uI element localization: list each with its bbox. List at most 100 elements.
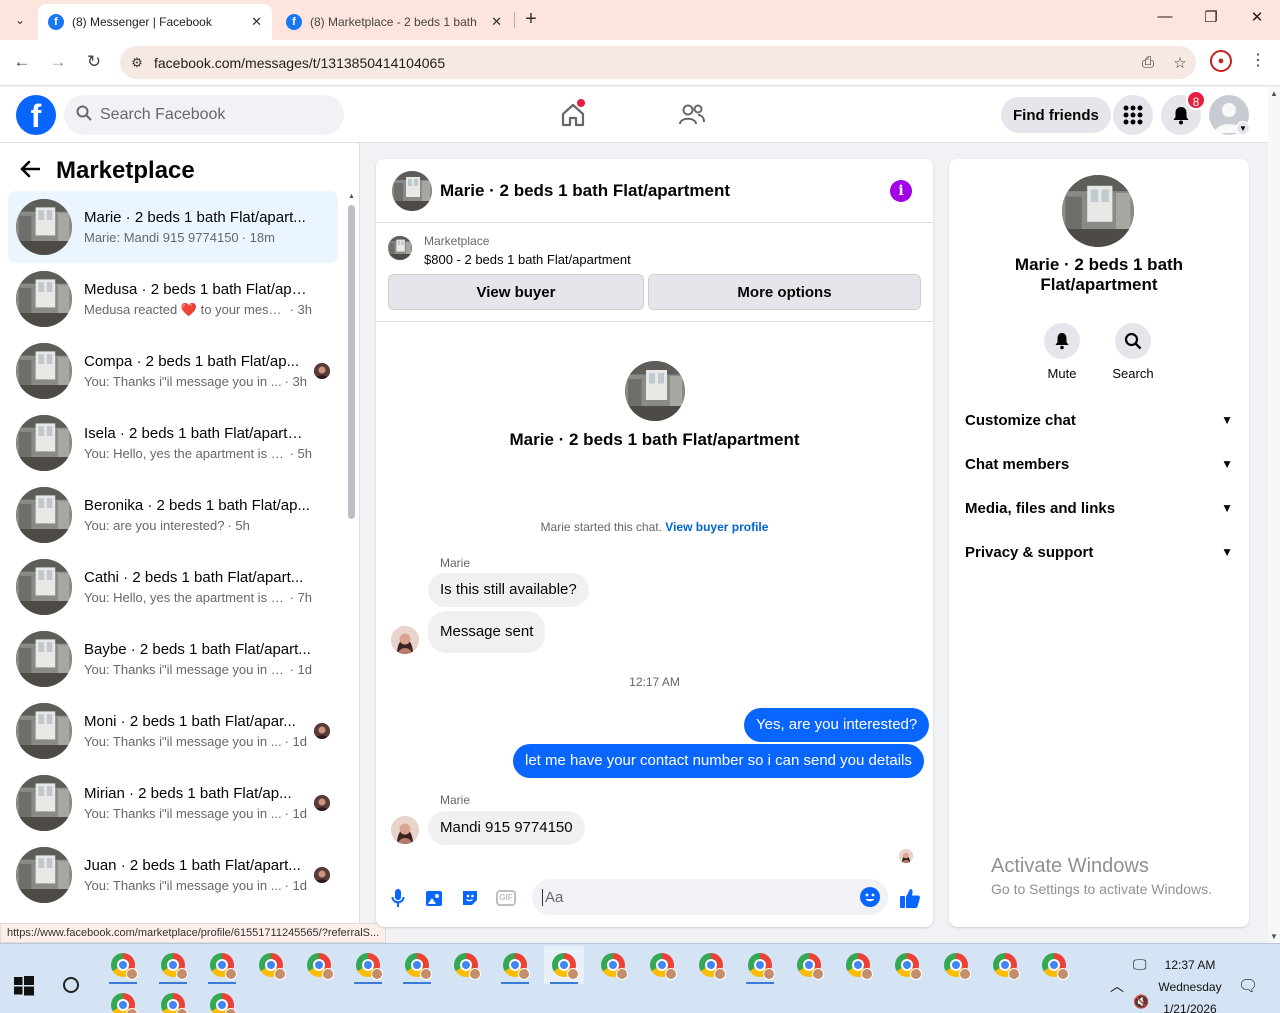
chrome-window-icon[interactable] — [348, 946, 388, 984]
outgoing-message[interactable]: let me have your contact number so i can… — [513, 744, 924, 778]
back-icon[interactable]: ← — [10, 52, 34, 72]
conversation-row[interactable]: Baybe · 2 beds 1 bath Flat/apart... You: … — [8, 623, 338, 695]
incoming-message[interactable]: Is this still available? — [428, 573, 589, 607]
tab-messenger[interactable]: f (8) Messenger | Facebook ✕ — [38, 4, 272, 40]
browser-profile-icon[interactable]: ● — [1210, 50, 1232, 72]
windows-start-icon[interactable] — [14, 976, 34, 996]
restore-icon[interactable]: ❐ — [1196, 8, 1226, 26]
menu-grid-icon[interactable] — [1113, 95, 1153, 135]
incoming-message[interactable]: Mandi 915 9774150 — [428, 811, 585, 845]
chrome-window-icon[interactable] — [936, 946, 976, 984]
chrome-window-icon[interactable] — [153, 986, 193, 1013]
chrome-window-icon[interactable] — [985, 946, 1025, 984]
message-input[interactable] — [542, 888, 842, 906]
thumbs-up-icon[interactable] — [899, 887, 921, 909]
sender-avatar[interactable] — [391, 626, 419, 654]
message-composer[interactable] — [532, 879, 888, 915]
page-scrollbar[interactable]: ▲ ▼ — [1268, 87, 1280, 943]
chat-members-section[interactable]: Chat members ▼ — [957, 442, 1241, 486]
conversation-row[interactable]: Cathi · 2 beds 1 bath Flat/apart... You: … — [8, 551, 338, 623]
chrome-window-icon[interactable] — [103, 946, 143, 984]
omnibox[interactable]: ⚙ facebook.com/messages/t/13138504141040… — [120, 46, 1196, 79]
listing-price-title[interactable]: $800 - 2 beds 1 bath Flat/apartment — [424, 252, 631, 267]
conversation-row[interactable]: Compa · 2 beds 1 bath Flat/ap... You: Tha… — [8, 335, 338, 407]
more-options-button[interactable]: More options — [648, 274, 921, 310]
home-nav-icon[interactable] — [553, 99, 593, 131]
conversation-row[interactable]: Moni · 2 beds 1 bath Flat/apar... You: Th… — [8, 695, 338, 767]
listing-large-thumbnail[interactable] — [1062, 175, 1134, 247]
chrome-window-icon[interactable] — [495, 946, 535, 984]
incoming-message[interactable]: Message sent — [428, 611, 546, 653]
chrome-window-icon[interactable] — [789, 946, 829, 984]
scroll-down-icon[interactable]: ▼ — [1270, 932, 1278, 941]
chrome-window-icon[interactable] — [740, 946, 780, 984]
chrome-window-icon[interactable] — [397, 946, 437, 984]
conversation-row[interactable]: Marie · 2 beds 1 bath Flat/apart... Marie… — [8, 191, 338, 263]
account-chevron-icon[interactable]: ▼ — [1236, 121, 1250, 135]
chat-title[interactable]: Marie · 2 beds 1 bath Flat/apartment — [440, 181, 730, 201]
window-close-icon[interactable]: ✕ — [1242, 8, 1272, 26]
back-arrow-icon[interactable] — [20, 158, 41, 184]
chrome-window-icon[interactable] — [251, 946, 291, 984]
search-icon[interactable] — [1115, 323, 1151, 359]
chrome-window-icon[interactable] — [887, 946, 927, 984]
volume-muted-icon[interactable]: 🔇 — [1133, 994, 1149, 1010]
gif-icon[interactable]: GIF — [495, 887, 517, 909]
sidebar-scrollbar[interactable]: ▲ — [345, 193, 357, 923]
chrome-window-icon[interactable] — [642, 946, 682, 984]
conversation-info-icon[interactable]: i — [890, 180, 912, 202]
forward-icon[interactable]: → — [46, 52, 70, 72]
customize-chat-section[interactable]: Customize chat ▼ — [957, 398, 1241, 442]
cortana-search-icon[interactable] — [63, 977, 79, 993]
chrome-window-icon[interactable] — [1034, 946, 1074, 984]
taskbar-clock[interactable]: 12:37 AM Wednesday 1/21/2026 — [1150, 954, 1230, 1013]
chrome-window-icon[interactable] — [103, 986, 143, 1013]
chrome-window-icon[interactable] — [544, 946, 584, 984]
outgoing-message[interactable]: Yes, are you interested? — [744, 708, 930, 742]
search-input[interactable] — [100, 106, 320, 124]
scroll-up-icon[interactable]: ▲ — [1270, 89, 1278, 98]
minimize-icon[interactable]: — — [1150, 8, 1180, 25]
microphone-icon[interactable] — [387, 887, 409, 909]
chrome-window-icon[interactable] — [202, 986, 242, 1013]
site-info-icon[interactable]: ⚙ — [120, 55, 154, 71]
photo-attach-icon[interactable] — [423, 887, 445, 909]
chrome-window-icon[interactable] — [593, 946, 633, 984]
install-app-icon[interactable]: ⎙ — [1132, 54, 1164, 71]
browser-menu-icon[interactable]: ⋮ — [1250, 50, 1266, 70]
close-tab-icon[interactable]: ✕ — [251, 14, 262, 30]
chrome-window-icon[interactable] — [446, 946, 486, 984]
chrome-window-icon[interactable] — [838, 946, 878, 984]
conversation-row[interactable]: Juan · 2 beds 1 bath Flat/apart... You: T… — [8, 839, 338, 911]
bell-icon[interactable] — [1044, 323, 1080, 359]
search-in-conversation-button[interactable]: Search — [1097, 323, 1169, 381]
privacy-support-section[interactable]: Privacy & support ▼ — [957, 530, 1241, 574]
scrollbar-thumb[interactable] — [348, 205, 355, 519]
bookmark-star-icon[interactable]: ☆ — [1164, 54, 1196, 72]
facebook-search[interactable] — [64, 95, 344, 135]
action-center-icon[interactable]: 🗨 — [1238, 976, 1258, 996]
chrome-window-icon[interactable] — [202, 946, 242, 984]
facebook-logo-icon[interactable]: f — [16, 95, 56, 135]
conversation-row[interactable]: Isela · 2 beds 1 bath Flat/apartm... You:… — [8, 407, 338, 479]
tab-search-chevron-icon[interactable]: ⌄ — [6, 6, 34, 34]
chrome-window-icon[interactable] — [299, 946, 339, 984]
scroll-up-icon[interactable]: ▲ — [348, 193, 355, 200]
url-text[interactable]: facebook.com/messages/t/1313850414104065 — [154, 55, 1132, 71]
view-buyer-profile-link[interactable]: View buyer profile — [665, 520, 768, 534]
new-tab-icon[interactable]: + — [520, 8, 542, 31]
emoji-icon[interactable] — [860, 887, 880, 907]
conversation-row[interactable]: Medusa · 2 beds 1 bath Flat/apa... Medusa… — [8, 263, 338, 335]
chrome-window-icon[interactable] — [153, 946, 193, 984]
network-icon[interactable]: 🖵 — [1133, 956, 1147, 973]
view-buyer-button[interactable]: View buyer — [388, 274, 644, 310]
listing-thumbnail[interactable] — [392, 170, 432, 211]
sticker-icon[interactable] — [459, 887, 481, 909]
show-hidden-icons-icon[interactable]: ︿ — [1110, 976, 1124, 996]
listing-small-thumbnail[interactable] — [388, 236, 412, 260]
tab-marketplace[interactable]: f (8) Marketplace - 2 beds 1 bath ✕ — [276, 4, 512, 40]
chrome-window-icon[interactable] — [691, 946, 731, 984]
friends-nav-icon[interactable] — [672, 99, 712, 131]
conversation-row[interactable]: Beronika · 2 beds 1 bath Flat/ap... You: … — [8, 479, 338, 551]
mute-button[interactable]: Mute — [1026, 323, 1098, 381]
